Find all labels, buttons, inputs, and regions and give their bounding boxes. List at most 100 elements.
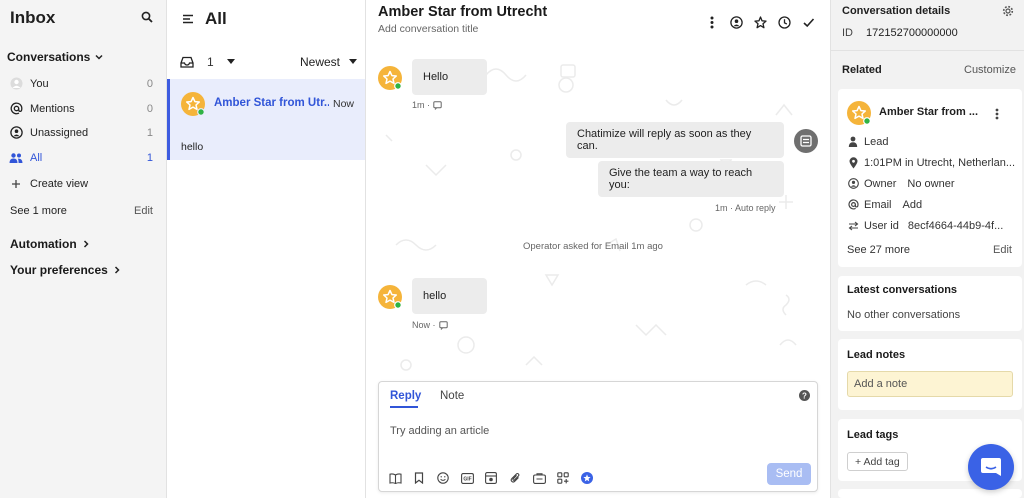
ai-star-icon[interactable] (579, 470, 595, 486)
message-bubble: Hello (412, 59, 487, 95)
add-title-link[interactable]: Add conversation title (378, 23, 478, 35)
conversations-section-toggle[interactable]: Conversations (7, 50, 104, 64)
apps-icon[interactable] (555, 470, 571, 486)
gif-icon[interactable]: GIF (459, 470, 475, 486)
latest-conversations-empty: No other conversations (847, 309, 961, 321)
nav-item-count: 1 (146, 151, 153, 164)
team-icon (9, 151, 23, 165)
message-text: Hello (423, 71, 449, 83)
person-icon (846, 136, 860, 147)
see-more-attributes-link[interactable]: See 27 more (847, 244, 910, 256)
send-button[interactable]: Send (767, 463, 811, 485)
divider (831, 50, 1024, 51)
message-meta: 1m · (412, 100, 442, 110)
active-tab-indicator (390, 406, 418, 408)
message-meta: 1m · Auto reply (715, 203, 776, 213)
nav-item-you[interactable]: You 0 (0, 71, 167, 96)
bookmark-icon[interactable] (411, 470, 427, 486)
conversation-item[interactable]: Amber Star from Utr... Now hello (167, 79, 365, 160)
details-sidebar: Conversation details ID 172152700000000 … (830, 0, 1024, 498)
article-book-icon[interactable] (387, 470, 403, 486)
close-conversation-check-icon[interactable] (800, 14, 816, 30)
inbox-nav: Inbox Conversations You 0 Mentions 0 Una… (0, 0, 167, 498)
contact-card: Amber Star from ... Lead 1:01PM in Utrec… (838, 89, 1022, 267)
see-more-row: See 1 more Edit (0, 198, 167, 223)
latest-conversations-heading: Latest conversations (847, 284, 958, 296)
conversation-time: Now (333, 98, 355, 110)
assign-icon[interactable] (728, 14, 744, 30)
owner-value[interactable]: No owner (907, 178, 954, 190)
gear-icon[interactable] (1002, 5, 1014, 17)
reply-composer: Reply Note ? Try adding an article GIF S… (378, 381, 818, 492)
message-text: Chatimize will reply as soon as they can… (577, 128, 752, 152)
nav-item-count: 1 (146, 126, 153, 139)
saved-reply-icon[interactable] (531, 470, 547, 486)
conversation-preview: hello (181, 141, 204, 153)
edit-attributes-link[interactable]: Edit (993, 244, 1012, 256)
inbox-title: Inbox (10, 8, 56, 27)
unassigned-icon (9, 126, 23, 140)
tab-reply[interactable]: Reply (390, 390, 421, 402)
email-add-link[interactable]: Add (903, 199, 923, 211)
sort-dropdown[interactable]: Newest (300, 55, 358, 69)
attachment-icon[interactable] (507, 470, 523, 486)
message-meta-text: Now · (412, 320, 436, 330)
preferences-link[interactable]: Your preferences (10, 263, 122, 277)
svg-text:?: ? (802, 391, 807, 400)
more-vertical-icon[interactable] (704, 14, 720, 30)
message-text: hello (423, 290, 447, 302)
reply-input[interactable]: Try adding an article (390, 425, 750, 437)
messenger-launcher-icon[interactable] (968, 444, 1014, 490)
contact-name[interactable]: Amber Star from ... (879, 106, 978, 118)
nav-item-mentions[interactable]: Mentions 0 (0, 96, 167, 121)
plus-icon (9, 177, 23, 191)
nav-item-label: You (30, 77, 49, 90)
image-icon[interactable] (483, 470, 499, 486)
star-avatar-icon (378, 66, 402, 90)
message-bubble: Give the team a way to reach you: (598, 161, 784, 197)
system-event: Operator asked for Email 1m ago (523, 241, 663, 252)
hamburger-icon[interactable] (182, 13, 194, 25)
doodle-background (385, 64, 797, 371)
seen-icon (438, 320, 448, 330)
inbox-tray-icon (180, 56, 194, 68)
create-view-button[interactable]: Create view (0, 171, 167, 196)
details-title: Conversation details (842, 5, 951, 17)
contact-owner-row: Owner No owner (846, 173, 954, 194)
automation-link[interactable]: Automation (10, 237, 91, 251)
id-value: 172152700000000 (866, 27, 958, 39)
contact-location-row: 1:01PM in Utrecht, Netherlan... (846, 152, 1015, 173)
star-icon[interactable] (752, 14, 768, 30)
userid-value: 8ecf4664-44b9-4f... (907, 219, 1004, 232)
help-icon[interactable]: ? (799, 390, 810, 401)
more-vertical-icon[interactable] (995, 108, 999, 120)
chevron-right-icon (81, 239, 91, 249)
conversation-name: Amber Star from Utr... (214, 97, 329, 109)
search-icon[interactable] (141, 11, 153, 23)
at-icon (9, 102, 23, 116)
nav-item-all[interactable]: All 1 (0, 145, 167, 170)
lead-note-input[interactable]: Add a note (847, 371, 1013, 397)
nav-edit-link[interactable]: Edit (134, 205, 153, 217)
nav-item-count: 0 (146, 77, 153, 90)
status-filter[interactable]: 1 (180, 55, 235, 69)
userid-label: User id (864, 219, 899, 232)
message-bubble: hello (412, 278, 487, 314)
location-pin-icon (846, 156, 860, 169)
latest-conversations-card: Latest conversations No other conversati… (838, 276, 1022, 331)
star-avatar-icon (847, 101, 871, 125)
add-tag-button[interactable]: + Add tag (847, 452, 908, 471)
related-heading: Related (842, 64, 882, 76)
next-card-partial (838, 489, 1022, 498)
conversation-panel: Amber Star from Utrecht Add conversation… (366, 0, 830, 498)
automation-label: Automation (10, 237, 77, 251)
snooze-clock-icon[interactable] (776, 14, 792, 30)
nav-item-unassigned[interactable]: Unassigned 1 (0, 120, 167, 145)
message-meta-text: 1m · (412, 100, 430, 110)
see-more-link[interactable]: See 1 more (10, 205, 67, 217)
nav-item-label: Unassigned (30, 126, 89, 139)
tab-note[interactable]: Note (440, 390, 464, 402)
customize-link[interactable]: Customize (964, 64, 1016, 76)
emoji-icon[interactable] (435, 470, 451, 486)
at-icon (846, 199, 860, 210)
